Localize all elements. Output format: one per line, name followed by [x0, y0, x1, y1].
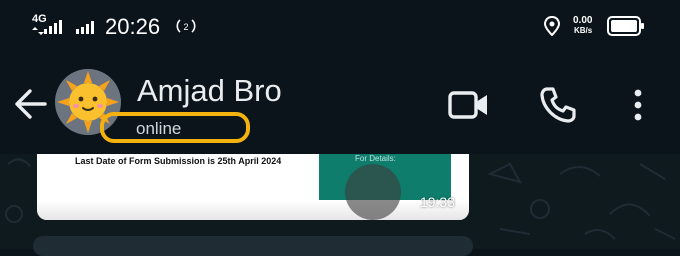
location-icon — [544, 16, 560, 36]
voice-call-icon[interactable] — [539, 86, 577, 124]
bubble-shade — [37, 200, 469, 220]
data-speed-unit: KB/s — [574, 26, 593, 35]
document-message-bubble[interactable]: Last Date of Form Submission is 25th Apr… — [37, 154, 469, 220]
more-options-icon[interactable] — [632, 88, 644, 122]
next-message-bubble[interactable] — [33, 236, 473, 256]
battery-icon — [607, 16, 644, 36]
network-arrows-icon — [32, 27, 44, 35]
signal-strength-icon-2 — [76, 21, 94, 34]
svg-text:2: 2 — [183, 22, 188, 32]
video-call-icon[interactable] — [448, 90, 490, 120]
presence-highlight-outline — [100, 112, 250, 143]
data-speed-value: 0.00 — [573, 15, 593, 26]
contact-name[interactable]: Amjad Bro — [137, 73, 282, 109]
signal-strength-icon-1 — [44, 20, 62, 34]
chat-header — [0, 52, 680, 154]
back-arrow-icon[interactable] — [14, 88, 48, 120]
media-overlay-circle[interactable] — [345, 164, 401, 220]
clock: 20:26 — [105, 14, 161, 39]
status-bar: 4G 20:26 2 0.00 KB/s — [0, 0, 680, 52]
hotspot-icon: 2 — [176, 19, 196, 33]
message-timestamp: 19:33 — [419, 194, 455, 210]
details-label: For Details: — [355, 154, 396, 163]
document-preview-text: Last Date of Form Submission is 25th Apr… — [75, 156, 282, 166]
